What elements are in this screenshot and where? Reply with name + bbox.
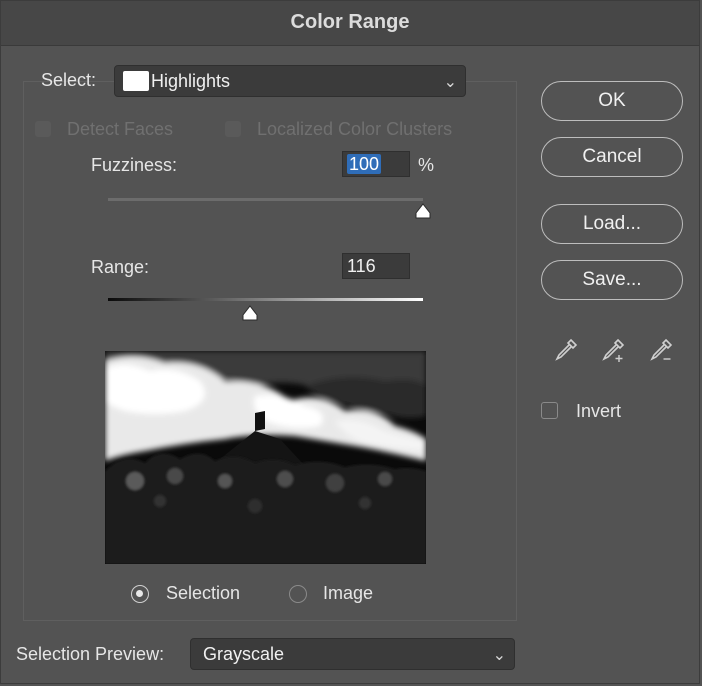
- title-bar[interactable]: Color Range: [1, 1, 699, 46]
- cancel-button[interactable]: Cancel: [541, 137, 683, 177]
- selection-preview-label: Selection Preview:: [16, 644, 165, 664]
- fuzziness-input[interactable]: 100: [342, 151, 410, 177]
- load-button[interactable]: Load...: [541, 204, 683, 244]
- detect-faces-checkbox[interactable]: [35, 121, 51, 137]
- chevron-down-icon: ⌄: [443, 74, 457, 91]
- selection-preview-value: Grayscale: [203, 644, 285, 664]
- select-value: Highlights: [151, 71, 231, 91]
- localized-clusters-label: Localized Color Clusters: [257, 119, 453, 139]
- image-radio-label: Image: [323, 583, 374, 603]
- select-label: Select:: [41, 70, 97, 90]
- detect-faces-label: Detect Faces: [67, 119, 174, 139]
- fuzziness-value: 100: [347, 154, 382, 174]
- selection-radio-label: Selection: [166, 583, 241, 603]
- ok-button[interactable]: OK: [541, 81, 683, 121]
- range-label: Range:: [91, 257, 150, 277]
- range-slider-thumb[interactable]: [241, 305, 259, 321]
- fuzziness-label: Fuzziness:: [91, 155, 178, 175]
- select-color-swatch: [123, 71, 149, 91]
- dialog-title: Color Range: [290, 11, 410, 33]
- fuzziness-slider-thumb[interactable]: [414, 203, 432, 219]
- selection-radio[interactable]: [131, 585, 149, 603]
- eyedropper-icon[interactable]: [553, 337, 579, 363]
- range-slider-track[interactable]: [108, 298, 423, 301]
- invert-label: Invert: [576, 401, 622, 421]
- fuzziness-unit: %: [418, 155, 435, 175]
- eyedropper-minus-icon[interactable]: [648, 337, 674, 363]
- select-dropdown[interactable]: Highlights ⌄: [114, 65, 466, 97]
- image-radio[interactable]: [289, 585, 307, 603]
- selection-preview-image[interactable]: [105, 351, 426, 564]
- range-input[interactable]: 116: [342, 253, 410, 279]
- fuzziness-slider-track[interactable]: [108, 198, 423, 201]
- eyedropper-plus-icon[interactable]: [600, 337, 626, 363]
- invert-checkbox[interactable]: [541, 402, 558, 419]
- selection-preview-dropdown[interactable]: Grayscale ⌄: [190, 638, 515, 670]
- color-range-dialog: Color Range Select: Highlights ⌄ Detect …: [0, 0, 700, 684]
- localized-clusters-checkbox[interactable]: [225, 121, 241, 137]
- chevron-down-icon: ⌄: [492, 647, 506, 664]
- save-button[interactable]: Save...: [541, 260, 683, 300]
